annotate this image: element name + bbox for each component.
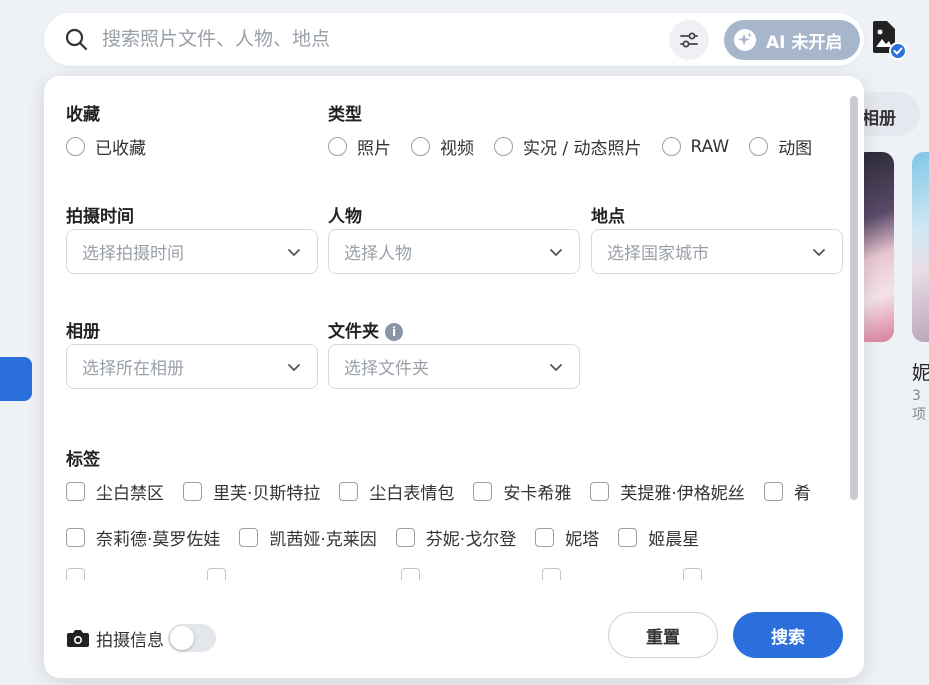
folder-select[interactable]: 选择文件夹 (328, 344, 580, 389)
type-title: 类型 (328, 105, 362, 125)
sparkle-icon (734, 29, 756, 51)
tag-checkbox[interactable]: 凯茜娅·克莱因 (239, 525, 377, 550)
sidebar-active-item[interactable] (0, 357, 32, 401)
chevron-down-icon (813, 249, 825, 257)
album-count: 3项 (912, 388, 926, 423)
tag-checkbox[interactable]: 姬晨星 (618, 525, 699, 550)
shoot-time-select[interactable]: 选择拍摄时间 (66, 229, 318, 274)
location-title: 地点 (591, 207, 625, 227)
tag-checkbox[interactable]: 芬妮·戈尔登 (395, 525, 516, 550)
tag-checkbox[interactable]: 尘白表情包 (339, 479, 454, 504)
favorite-option[interactable]: 已收藏 (66, 134, 146, 159)
reset-button[interactable]: 重置 (608, 612, 718, 658)
advanced-search-panel: 收藏 已收藏 类型 照片 视频 实况 / 动态照片 RAW 动图 拍摄时间 选择… (44, 76, 864, 678)
location-select[interactable]: 选择国家城市 (591, 229, 843, 274)
panel-scrollbar[interactable] (850, 96, 858, 500)
tags-row: 尘白禁区 里芙·贝斯特拉 尘白表情包 安卡希雅 芙提雅·伊格妮丝 肴 (66, 479, 830, 504)
ai-toggle-button[interactable]: AI 未开启 (724, 20, 860, 60)
tag-checkbox[interactable]: 妮塔 (535, 525, 599, 550)
type-options: 照片 视频 实况 / 动态照片 RAW 动图 (328, 134, 832, 159)
favorites-title: 收藏 (66, 105, 100, 125)
filter-toggle-button[interactable] (669, 20, 709, 60)
ai-button-label: AI 未开启 (766, 32, 843, 53)
chevron-down-icon (288, 249, 300, 257)
search-input[interactable] (102, 25, 642, 53)
shoot-info-toggle[interactable] (168, 624, 216, 652)
document-check-icon (873, 21, 907, 60)
chevron-down-icon (288, 364, 300, 372)
type-option-photo[interactable]: 照片 (328, 134, 391, 159)
sliders-icon (680, 32, 698, 48)
task-status-button[interactable] (864, 17, 908, 61)
search-icon (65, 28, 88, 51)
type-option-video[interactable]: 视频 (411, 134, 474, 159)
search-bar: AI 未开启 (44, 13, 864, 66)
tags-title: 标签 (66, 450, 100, 470)
album-title-label: 相册 (66, 322, 100, 342)
people-select[interactable]: 选择人物 (328, 229, 580, 274)
tag-checkbox[interactable]: 安卡希雅 (473, 479, 571, 504)
tag-checkbox[interactable]: 里芙·贝斯特拉 (183, 479, 320, 504)
folder-title: 文件夹 i (328, 317, 403, 342)
people-title: 人物 (328, 207, 362, 227)
type-option-live[interactable]: 实况 / 动态照片 (494, 134, 642, 159)
tag-checkbox[interactable]: 芙提雅·伊格妮丝 (590, 479, 745, 504)
chevron-down-icon (550, 249, 562, 257)
type-option-raw[interactable]: RAW (661, 137, 729, 157)
tag-checkbox[interactable]: 尘白禁区 (66, 479, 164, 504)
album-title: 妮 (912, 362, 929, 384)
tag-checkbox[interactable]: 奈莉德·莫罗佐娃 (66, 525, 220, 550)
shoot-info-toggle-group: 拍摄信息 (66, 624, 216, 652)
chevron-down-icon (550, 364, 562, 372)
info-icon[interactable]: i (385, 323, 403, 341)
tag-checkbox[interactable]: 肴 (763, 479, 811, 504)
photo-thumbnail[interactable] (912, 152, 929, 342)
type-option-gif[interactable]: 动图 (749, 134, 812, 159)
shoot-time-title: 拍摄时间 (66, 207, 134, 227)
album-select[interactable]: 选择所在相册 (66, 344, 318, 389)
favorites-options: 已收藏 (66, 134, 166, 159)
search-button[interactable]: 搜索 (733, 612, 843, 658)
tags-row-clipped (66, 568, 713, 580)
camera-icon (67, 630, 89, 647)
tags-row: 奈莉德·莫罗佐娃 凯茜娅·克莱因 芬妮·戈尔登 妮塔 姬晨星 (66, 525, 718, 550)
